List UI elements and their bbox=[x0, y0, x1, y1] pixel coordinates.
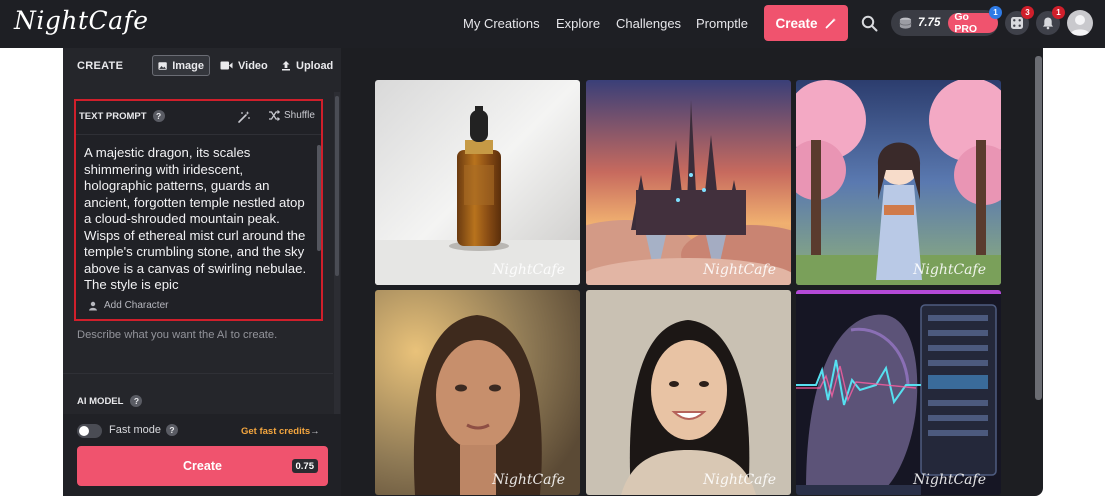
nightcafe-watermark: NightCafe bbox=[703, 472, 776, 488]
magic-wand-icon bbox=[825, 18, 836, 29]
user-avatar[interactable] bbox=[1067, 10, 1093, 36]
shuffle-button[interactable]: Shuffle bbox=[268, 110, 315, 121]
header-create-button[interactable]: Create bbox=[764, 5, 848, 41]
nav-my-creations[interactable]: My Creations bbox=[463, 16, 540, 31]
image-icon bbox=[158, 61, 167, 70]
tab-image[interactable]: Image bbox=[152, 55, 210, 76]
nav-challenges[interactable]: Challenges bbox=[616, 16, 681, 31]
nightcafe-watermark: NightCafe bbox=[492, 472, 565, 488]
gallery-scrollbar[interactable] bbox=[1035, 56, 1042, 400]
tab-video-label: Video bbox=[238, 59, 268, 72]
create-heading: CREATE bbox=[77, 60, 124, 72]
fast-mode-toggle[interactable] bbox=[77, 424, 102, 438]
fast-mode-row: Fast mode ? bbox=[109, 424, 178, 436]
castle-image bbox=[586, 80, 791, 285]
nightcafe-watermark: NightCafe bbox=[913, 262, 986, 278]
go-pro-badge: 1 bbox=[989, 6, 1002, 19]
credits-pill[interactable]: 7.75 Go PRO bbox=[891, 10, 998, 36]
tab-upload-label: Upload bbox=[296, 59, 334, 72]
tab-image-label: Image bbox=[172, 59, 204, 72]
create-button-label: Create bbox=[183, 459, 222, 473]
fast-mode-label: Fast mode bbox=[109, 424, 161, 436]
nightcafe-watermark: NightCafe bbox=[703, 262, 776, 278]
shuffle-label: Shuffle bbox=[284, 110, 315, 121]
magic-wand-icon bbox=[238, 111, 250, 123]
video-icon bbox=[220, 61, 233, 70]
serum-bottle-image bbox=[375, 80, 580, 285]
nav-promptle[interactable]: Promptle bbox=[696, 16, 748, 31]
create-cost-chip: 0.75 bbox=[291, 459, 318, 473]
shuffle-icon bbox=[269, 110, 280, 121]
help-icon[interactable]: ? bbox=[152, 110, 165, 122]
gallery-image[interactable]: NightCafe bbox=[586, 80, 791, 285]
prompt-scrollbar[interactable] bbox=[317, 145, 321, 251]
app-container: CREATE Image Video Upload TEXT PROMPT ? bbox=[63, 48, 1043, 496]
get-fast-credits-link[interactable]: Get fast credits→ bbox=[241, 426, 320, 437]
add-character-label: Add Character bbox=[104, 300, 169, 311]
futuristic-face-image bbox=[796, 290, 1001, 495]
coins-icon bbox=[899, 17, 912, 29]
panel-scrollbar-thumb[interactable] bbox=[335, 96, 339, 276]
gallery-image[interactable]: NightCafe bbox=[586, 290, 791, 495]
search-icon bbox=[861, 15, 877, 31]
ai-model-label: AI MODEL bbox=[77, 395, 124, 407]
person-icon bbox=[89, 301, 97, 310]
smiling-woman-image bbox=[586, 290, 791, 495]
ai-model-header: AI MODEL ? bbox=[77, 395, 143, 407]
toggle-knob bbox=[79, 426, 89, 436]
notifications-badge: 1 bbox=[1052, 6, 1065, 19]
nav-explore[interactable]: Explore bbox=[556, 16, 600, 31]
create-panel: CREATE Image Video Upload TEXT PROMPT ? bbox=[63, 48, 341, 496]
credits-value: 7.75 bbox=[917, 17, 941, 29]
user-icon bbox=[1070, 15, 1090, 35]
gallery-image[interactable]: NightCafe bbox=[796, 80, 1001, 285]
add-character-button[interactable]: Add Character bbox=[88, 300, 168, 311]
gallery-image[interactable]: NightCafe bbox=[375, 80, 580, 285]
text-prompt-header: TEXT PROMPT ? bbox=[79, 110, 165, 122]
bell-icon bbox=[1043, 17, 1053, 30]
create-button[interactable]: Create 0.75 bbox=[77, 446, 328, 486]
tab-upload[interactable]: Upload bbox=[276, 55, 338, 76]
text-prompt-label: TEXT PROMPT bbox=[79, 110, 147, 122]
search-button[interactable] bbox=[859, 13, 879, 33]
prompt-magic-button[interactable] bbox=[237, 110, 251, 129]
nightcafe-logo[interactable]: NightCafe bbox=[14, 6, 149, 35]
ai-model-help-icon[interactable]: ? bbox=[130, 395, 143, 407]
nightcafe-watermark: NightCafe bbox=[913, 472, 986, 488]
tab-video[interactable]: Video bbox=[215, 55, 273, 76]
upload-icon bbox=[282, 61, 290, 71]
fast-mode-help-icon[interactable]: ? bbox=[165, 424, 178, 436]
get-fast-credits-label: Get fast credits bbox=[241, 426, 311, 437]
dice-badge: 3 bbox=[1021, 6, 1034, 19]
portrait-woman-image bbox=[375, 290, 580, 495]
header-create-label: Create bbox=[775, 15, 818, 31]
text-prompt-box: TEXT PROMPT ? Shuffle A majestic dragon,… bbox=[74, 99, 323, 321]
prompt-divider bbox=[76, 134, 321, 135]
gallery-image[interactable]: NightCafe bbox=[796, 290, 1001, 495]
text-prompt-input[interactable]: A majestic dragon, its scales shimmering… bbox=[84, 145, 312, 291]
prompt-helper-text: Describe what you want the AI to create. bbox=[77, 329, 278, 341]
section-divider bbox=[63, 373, 333, 374]
gallery-image[interactable]: NightCafe bbox=[375, 290, 580, 495]
top-navigation-bar: NightCafe My Creations Explore Challenge… bbox=[0, 0, 1105, 48]
nightcafe-watermark: NightCafe bbox=[492, 262, 565, 278]
arrow-right-icon: → bbox=[310, 426, 320, 437]
anime-girl-image bbox=[796, 80, 1001, 285]
dice-icon bbox=[1011, 17, 1023, 29]
